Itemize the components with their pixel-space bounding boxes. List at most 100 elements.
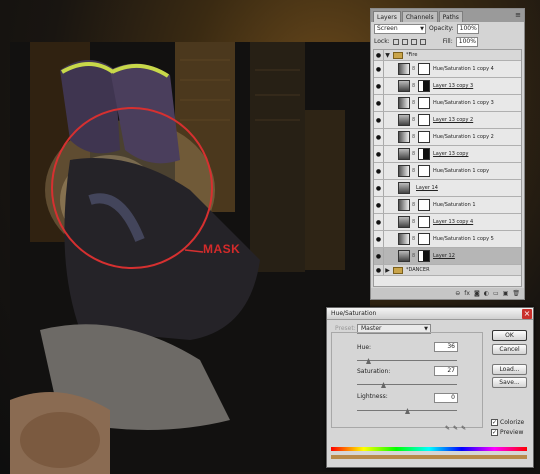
tab-paths[interactable]: Paths: [438, 11, 463, 22]
layer-thumbnail: [398, 114, 410, 126]
eye-icon[interactable]: ●: [374, 197, 384, 213]
link-icon[interactable]: 8: [412, 100, 417, 106]
link-icon[interactable]: 8: [412, 66, 417, 72]
layer-name: Layer 13 copy: [433, 151, 469, 157]
link-icon[interactable]: 8: [412, 134, 417, 140]
link-icon[interactable]: 8: [412, 236, 417, 242]
layer-row[interactable]: ● 8 Layer 13 copy 2: [374, 112, 521, 129]
layer-mask-thumbnail[interactable]: [418, 114, 430, 126]
cancel-button[interactable]: Cancel: [492, 344, 527, 355]
eye-icon[interactable]: ●: [374, 163, 384, 179]
trash-icon[interactable]: 🗑: [512, 290, 520, 297]
layer-group-fire[interactable]: ● ▼ *Fire: [374, 50, 521, 61]
layers-panel: Layers Channels Paths ≡ Screen ▼ Opacity…: [370, 8, 525, 300]
layer-mask-thumbnail[interactable]: [418, 233, 430, 245]
link-layers-icon[interactable]: ⊖: [455, 290, 460, 297]
tab-channels[interactable]: Channels: [401, 11, 438, 22]
add-mask-icon[interactable]: ◙: [474, 290, 480, 297]
lightness-input[interactable]: 0: [434, 393, 458, 403]
layer-row[interactable]: ● Layer 14: [374, 180, 521, 197]
link-icon[interactable]: 8: [412, 219, 417, 225]
eyedropper-add-icon[interactable]: ✎: [453, 425, 461, 432]
adjustment-thumbnail: [398, 63, 410, 75]
eye-icon[interactable]: ●: [374, 231, 384, 247]
eye-icon[interactable]: ●: [374, 180, 384, 196]
layer-mask-thumbnail[interactable]: [418, 80, 430, 92]
colorize-checkbox[interactable]: ✓ Colorize: [491, 419, 524, 426]
adjustment-layer-icon[interactable]: ◐: [484, 290, 489, 297]
preset-label: Preset:: [335, 325, 356, 332]
close-icon[interactable]: ×: [522, 309, 532, 319]
expand-triangle-icon[interactable]: ▼: [384, 52, 391, 59]
eye-icon[interactable]: ●: [374, 61, 384, 77]
layer-name: Hue/Saturation 1 copy 3: [433, 100, 494, 106]
link-icon[interactable]: 8: [412, 151, 417, 157]
layer-style-icon[interactable]: fx: [464, 290, 470, 297]
load-button[interactable]: Load...: [492, 364, 527, 375]
lock-transparency-icon[interactable]: [392, 38, 399, 45]
layer-row[interactable]: ● 8 Hue/Saturation 1 copy 4: [374, 61, 521, 78]
link-icon[interactable]: 8: [412, 117, 417, 123]
layer-row[interactable]: ● 8 Hue/Saturation 1: [374, 197, 521, 214]
layer-mask-thumbnail[interactable]: [418, 199, 430, 211]
link-icon[interactable]: 8: [412, 253, 417, 259]
eye-icon[interactable]: ●: [374, 112, 384, 128]
opacity-field[interactable]: 100%: [456, 23, 479, 34]
layer-mask-thumbnail[interactable]: [418, 216, 430, 228]
eye-icon[interactable]: ●: [374, 129, 384, 145]
link-icon[interactable]: 8: [412, 83, 417, 89]
eye-icon[interactable]: ●: [374, 214, 384, 230]
layer-row[interactable]: ● 8 Layer 13 copy: [374, 146, 521, 163]
link-icon[interactable]: 8: [412, 202, 417, 208]
preview-checkbox[interactable]: ✓ Preview: [491, 429, 523, 436]
checkbox-checked-icon[interactable]: ✓: [491, 419, 498, 426]
saturation-input[interactable]: 27: [434, 366, 458, 376]
layer-name: Layer 14: [416, 185, 438, 191]
layer-mask-thumbnail[interactable]: [418, 131, 430, 143]
tab-layers[interactable]: Layers: [373, 11, 401, 22]
layer-row-selected[interactable]: ● 8 Layer 12: [374, 248, 521, 265]
blend-mode-select[interactable]: Screen ▼: [374, 23, 426, 34]
expand-triangle-icon[interactable]: ▶: [384, 267, 391, 274]
fill-field[interactable]: 100%: [455, 36, 478, 47]
layer-row[interactable]: ● 8 Hue/Saturation 1 copy: [374, 163, 521, 180]
new-layer-icon[interactable]: ▣: [503, 290, 509, 297]
layer-mask-thumbnail[interactable]: [418, 165, 430, 177]
eyedropper-subtract-icon[interactable]: ✎: [461, 425, 469, 432]
lock-pixels-icon[interactable]: [401, 38, 408, 45]
ok-button[interactable]: OK: [492, 330, 527, 341]
lock-all-icon[interactable]: [419, 38, 426, 45]
layer-mask-thumbnail[interactable]: [418, 250, 430, 262]
saturation-slider-track[interactable]: [357, 384, 457, 385]
eye-icon[interactable]: ●: [374, 248, 384, 264]
colorize-label: Colorize: [500, 419, 525, 426]
dialog-titlebar: Hue/Saturation ×: [327, 308, 533, 320]
eye-icon[interactable]: ●: [374, 50, 384, 60]
hue-input[interactable]: 36: [434, 342, 458, 352]
new-group-icon[interactable]: ▭: [493, 290, 499, 297]
layer-mask-thumbnail[interactable]: [418, 97, 430, 109]
layer-row[interactable]: ● 8 Hue/Saturation 1 copy 3: [374, 95, 521, 112]
eyedropper-icon[interactable]: ✎: [445, 425, 453, 432]
adjustment-thumbnail: [398, 233, 410, 245]
layer-row[interactable]: ● 8 Hue/Saturation 1 copy 2: [374, 129, 521, 146]
panel-menu-icon[interactable]: ≡: [515, 11, 521, 19]
eye-icon[interactable]: ●: [374, 146, 384, 162]
layer-name: Layer 13 copy 2: [433, 117, 474, 123]
layer-group-dancer[interactable]: ● ▶ *DANCER: [374, 265, 521, 276]
hue-slider-track[interactable]: [357, 360, 457, 361]
eye-icon[interactable]: ●: [374, 78, 384, 94]
layer-name: Hue/Saturation 1 copy 5: [433, 236, 494, 242]
link-icon[interactable]: 8: [412, 168, 417, 174]
checkbox-checked-icon[interactable]: ✓: [491, 429, 498, 436]
layer-mask-thumbnail[interactable]: [418, 63, 430, 75]
layer-row[interactable]: ● 8 Layer 13 copy 4: [374, 214, 521, 231]
layer-row[interactable]: ● 8 Hue/Saturation 1 copy 5: [374, 231, 521, 248]
blend-mode-value: Screen: [377, 24, 398, 32]
eye-icon[interactable]: ●: [374, 95, 384, 111]
save-button[interactable]: Save...: [492, 377, 527, 388]
lock-position-icon[interactable]: [410, 38, 417, 45]
layer-row[interactable]: ● 8 Layer 13 copy 3: [374, 78, 521, 95]
layer-mask-thumbnail[interactable]: [418, 148, 430, 160]
eye-icon[interactable]: ●: [374, 265, 384, 275]
